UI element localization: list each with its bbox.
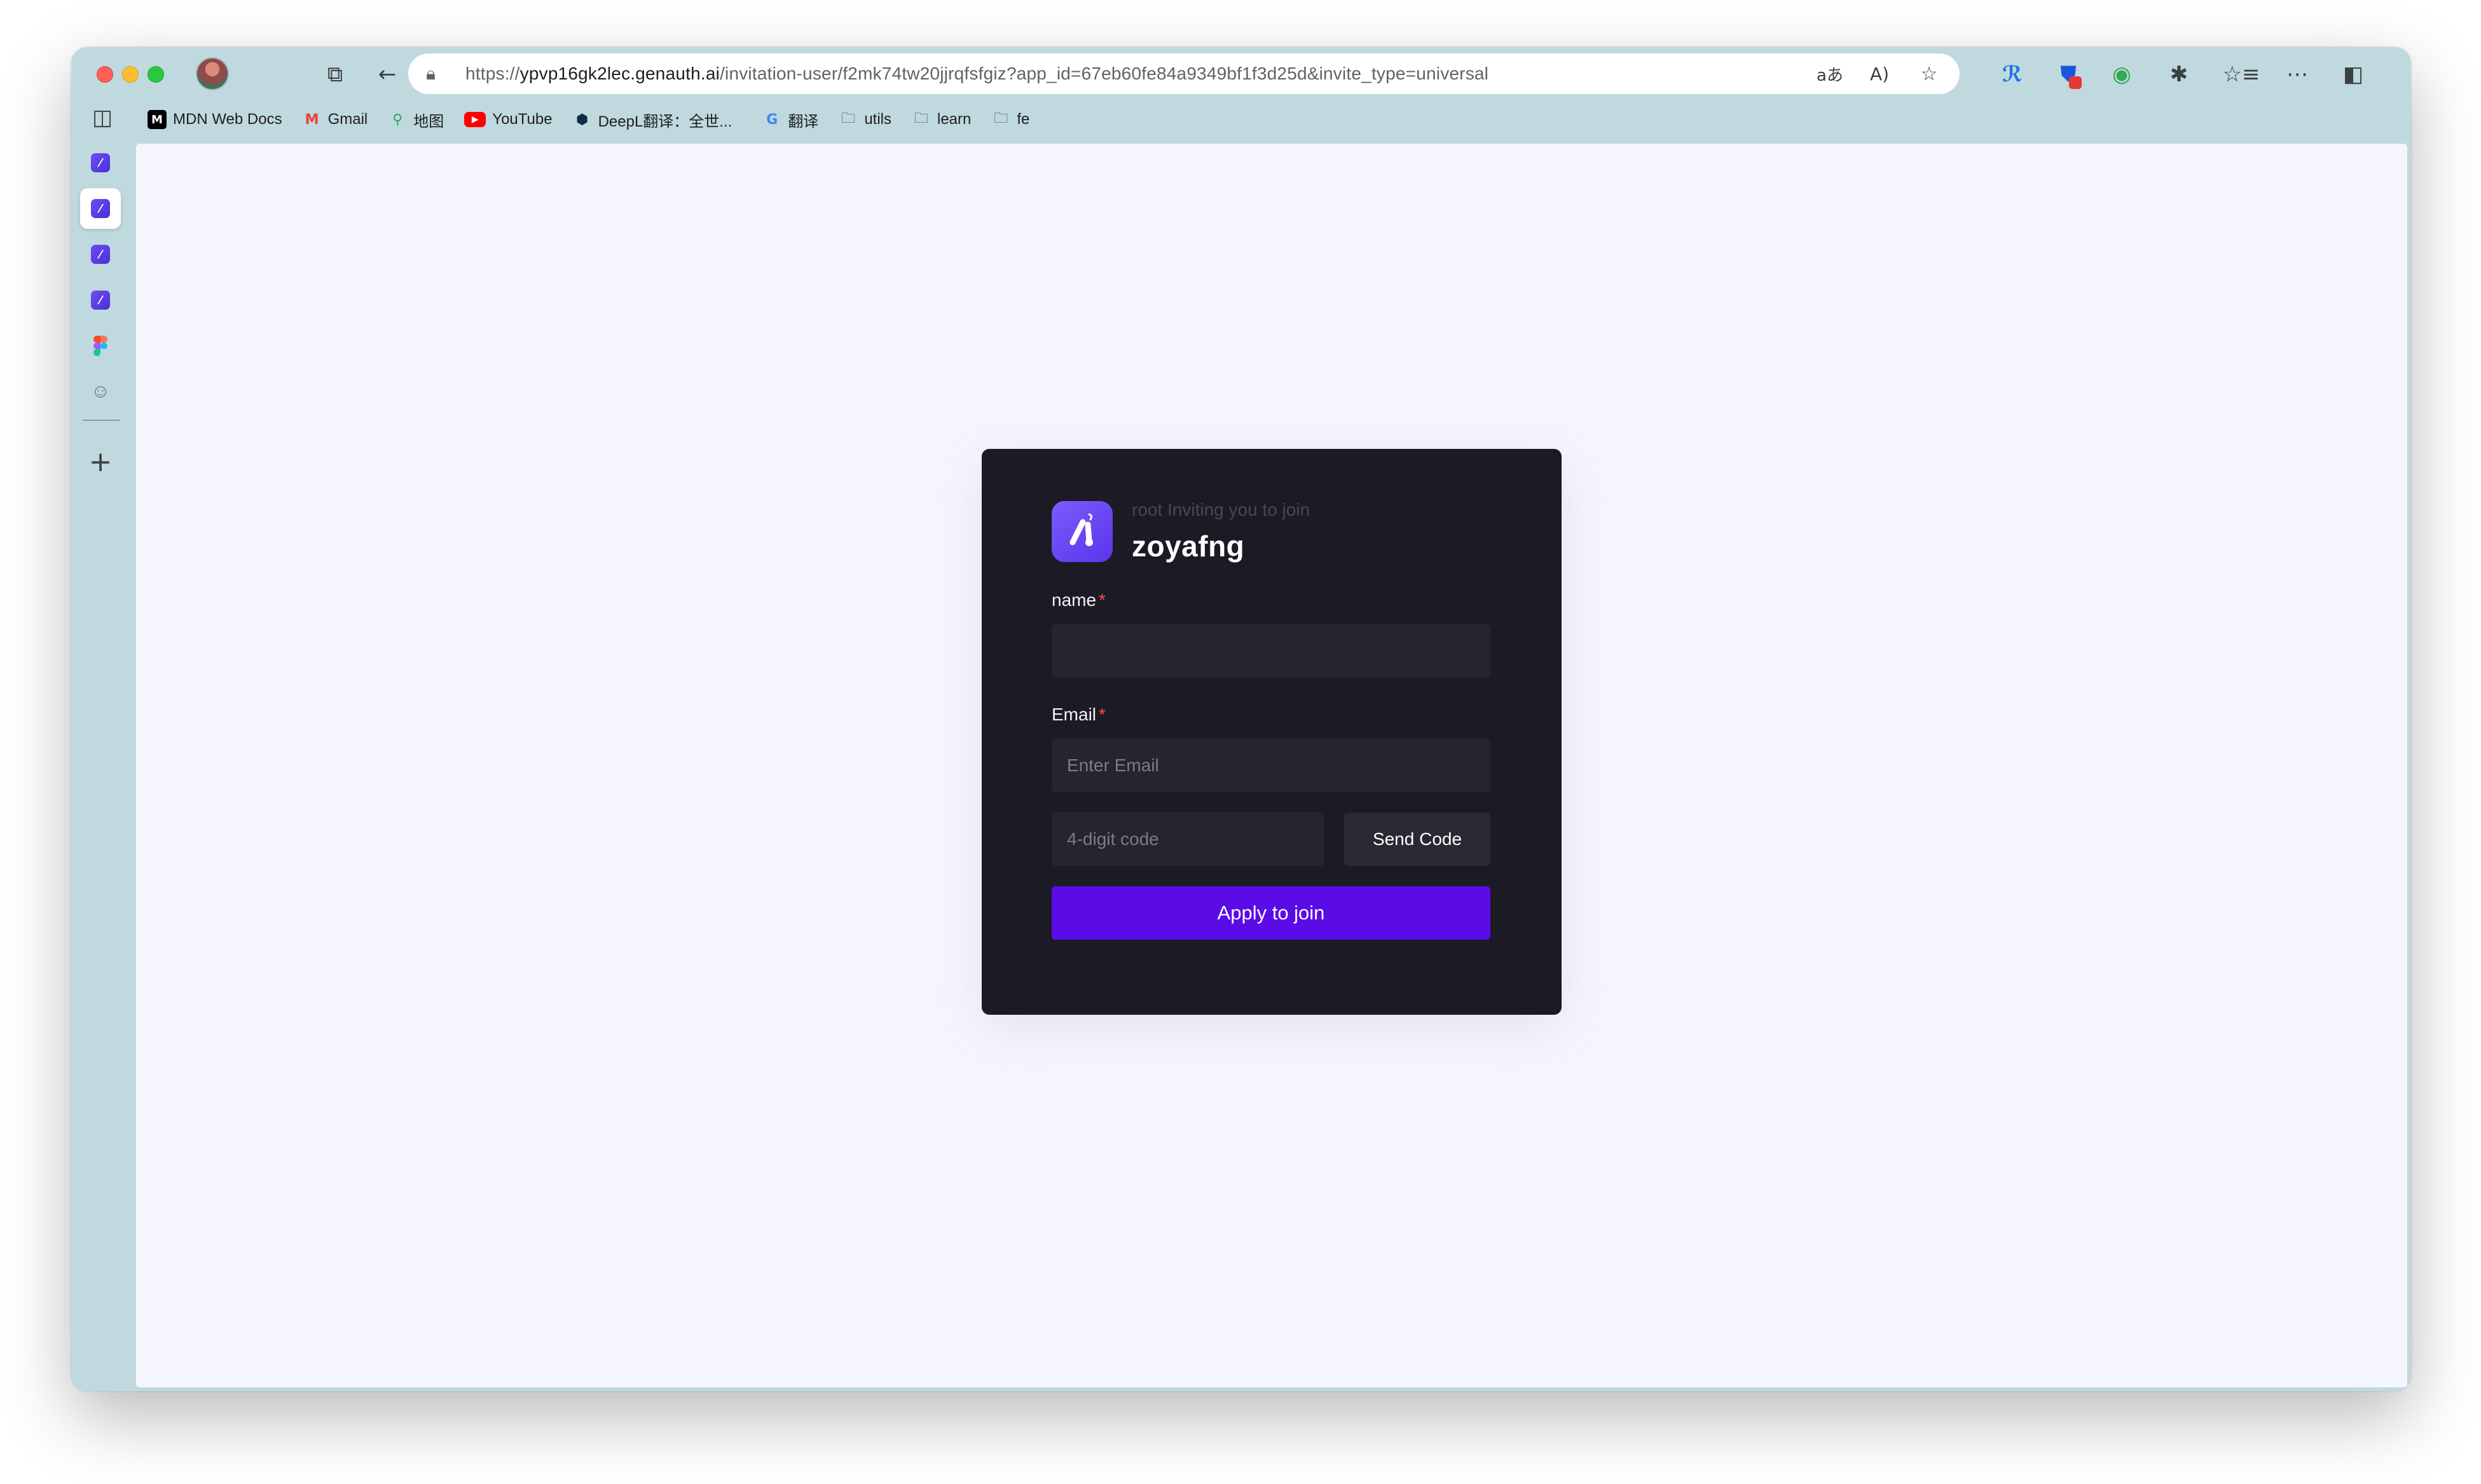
- url-path: /invitation-user/f2mk74tw20jjrqfsfgiz?ap…: [720, 64, 1489, 83]
- gmail-icon: M: [305, 111, 319, 128]
- bookmark-maps[interactable]: ⚲ 地图: [388, 107, 444, 132]
- minimize-window-button[interactable]: [122, 66, 139, 83]
- invitation-card: root Inviting you to join zoyafng name * …: [982, 449, 1562, 1015]
- bookmark-label: YouTube: [492, 111, 553, 128]
- url-scheme: https://: [465, 64, 520, 83]
- bookmarks-bar: M MDN Web Docs M Gmail ⚲ 地图 ▶ YouTube ⬢ DeepL…: [148, 107, 1029, 132]
- bookmark-folder-fe[interactable]: 🗀︎ fe: [991, 107, 1029, 132]
- favorites-list-icon[interactable]: ☆≡: [2223, 56, 2260, 93]
- page-viewport: root Inviting you to join zoyafng name * …: [136, 144, 2407, 1387]
- email-label-text: Email: [1052, 704, 1097, 724]
- bookmark-label: fe: [1017, 111, 1030, 128]
- app-favicon-icon: ⁄: [91, 153, 110, 172]
- url-host: ypvp16gk2lec.genauth.ai: [519, 64, 720, 83]
- maximize-window-button[interactable]: [148, 66, 164, 83]
- name-label: name *: [1052, 590, 1490, 610]
- maps-icon: ⚲: [392, 111, 403, 128]
- deepl-icon: ⬢: [575, 111, 589, 128]
- name-label-text: name: [1052, 590, 1097, 610]
- required-mark: *: [1099, 704, 1106, 724]
- collections-icon[interactable]: ⧉: [317, 56, 354, 93]
- translate-page-icon[interactable]: aあ: [1812, 57, 1848, 90]
- verification-code-row: Send Code: [1052, 813, 1490, 866]
- bookmark-deepl[interactable]: ⬢ DeepL翻译：全世...: [573, 107, 732, 132]
- address-bar[interactable]: 🔒︎ https://ypvp16gk2lec.genauth.ai/invit…: [408, 53, 1960, 94]
- vertical-tab-1[interactable]: ⁄: [80, 142, 121, 183]
- bookmark-mdn[interactable]: M MDN Web Docs: [148, 107, 282, 132]
- extension-green-icon[interactable]: ◉: [2103, 56, 2140, 93]
- vertical-tab-2-active[interactable]: ⁄: [80, 188, 121, 229]
- translate-icon: G: [766, 111, 778, 128]
- bookmark-gmail[interactable]: M Gmail: [303, 107, 368, 132]
- vertical-tab-figma[interactable]: [80, 326, 121, 366]
- sidebar-toggle-icon[interactable]: ◧: [2335, 56, 2372, 93]
- mdn-icon: M: [148, 110, 167, 129]
- email-label: Email *: [1052, 704, 1490, 725]
- folder-icon: 🗀︎: [994, 111, 1008, 127]
- vertical-tab-5[interactable]: ☺: [80, 371, 121, 412]
- bookmark-label: 地图: [413, 113, 444, 130]
- url-text: https://ypvp16gk2lec.genauth.ai/invitati…: [465, 64, 1488, 84]
- favorite-star-icon[interactable]: ☆: [1911, 57, 1947, 90]
- app-favicon-icon: ⁄: [91, 245, 110, 264]
- profile-avatar[interactable]: [196, 57, 229, 90]
- vertical-tab-4[interactable]: ⁄: [80, 280, 121, 320]
- vertical-tab-3[interactable]: ⁄: [80, 234, 121, 275]
- app-favicon-icon: ⁄: [91, 199, 110, 218]
- folder-icon: 🗀︎: [914, 111, 928, 127]
- more-menu-icon[interactable]: ⋯: [2279, 56, 2316, 93]
- bookmark-folder-learn[interactable]: 🗀︎ learn: [912, 107, 971, 132]
- app-logo-icon: [1052, 501, 1113, 562]
- tab-divider: [83, 420, 120, 421]
- bookmark-label: Gmail: [327, 111, 368, 128]
- extension-shield-icon[interactable]: ⛊: [2050, 56, 2087, 93]
- bookmark-translate[interactable]: G 翻译: [762, 107, 818, 132]
- bookmark-label: utils: [864, 111, 891, 128]
- required-mark: *: [1099, 590, 1106, 610]
- bookmark-youtube[interactable]: ▶ YouTube: [464, 107, 553, 132]
- bookmark-label: learn: [937, 111, 972, 128]
- organization-title: zoyafng: [1132, 530, 1245, 563]
- send-code-button[interactable]: Send Code: [1344, 813, 1490, 866]
- window-controls: [97, 66, 164, 83]
- youtube-icon: ▶: [464, 112, 486, 127]
- lock-icon: 🔒︎: [426, 63, 436, 83]
- bookmark-label: DeepL翻译：全世...: [598, 113, 732, 130]
- app-favicon-icon: ⁄: [91, 291, 110, 310]
- tab-actions-icon[interactable]: ◫: [84, 99, 121, 136]
- read-aloud-icon[interactable]: A): [1862, 57, 1897, 90]
- close-window-button[interactable]: [97, 66, 113, 83]
- verification-code-input[interactable]: [1052, 813, 1324, 866]
- bookmark-label: MDN Web Docs: [173, 111, 282, 128]
- name-input[interactable]: [1052, 624, 1490, 678]
- email-input[interactable]: [1052, 739, 1490, 792]
- bookmark-label: 翻译: [788, 113, 819, 130]
- apply-to-join-button[interactable]: Apply to join: [1052, 886, 1490, 940]
- extension-r-icon[interactable]: ℛ: [1994, 56, 2031, 93]
- card-header: root Inviting you to join zoyafng: [1052, 500, 1490, 563]
- figma-icon: [93, 336, 107, 356]
- browser-window: ⧉ ← ↻ 🔒︎ https://ypvp16gk2lec.genauth.ai…: [71, 47, 2411, 1391]
- new-tab-plus-icon[interactable]: +: [80, 441, 121, 482]
- invite-subtitle: root Inviting you to join: [1132, 500, 1310, 519]
- folder-icon: 🗀︎: [841, 111, 856, 127]
- extensions-puzzle-icon[interactable]: ✱: [2161, 56, 2197, 93]
- back-arrow-icon[interactable]: ←: [369, 56, 406, 93]
- bookmark-folder-utils[interactable]: 🗀︎ utils: [839, 107, 891, 132]
- user-favicon-icon: ☺: [90, 381, 111, 402]
